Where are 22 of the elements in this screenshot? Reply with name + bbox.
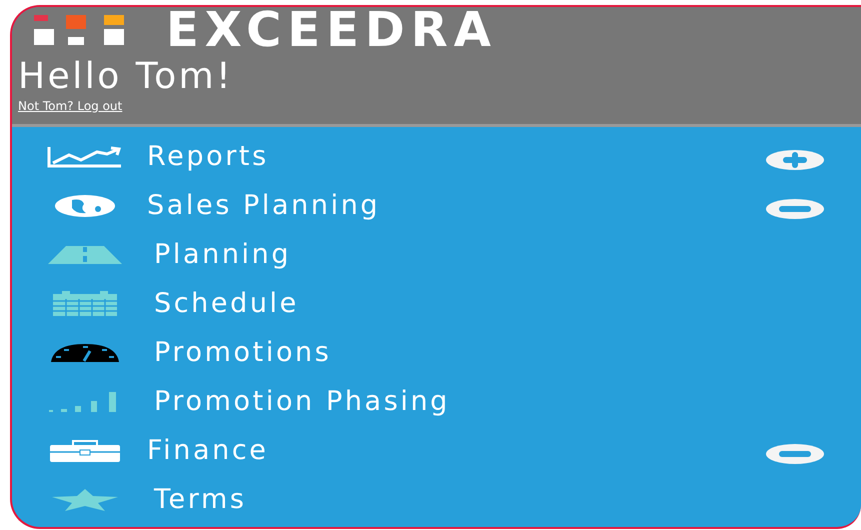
menu-item[interactable]: Finance: [147, 435, 268, 466]
menu-item[interactable]: Sales Planning: [147, 190, 380, 221]
collapse-icon[interactable]: [765, 442, 825, 464]
calendar-icon: [52, 290, 118, 316]
line-chart-icon: [46, 146, 122, 168]
menu-item[interactable]: Reports: [147, 141, 269, 172]
globe-icon: [54, 194, 116, 218]
gauge-icon: [50, 342, 120, 362]
submenu-item[interactable]: Promotions: [154, 337, 332, 368]
logout-link[interactable]: Not Tom? Log out: [18, 99, 122, 113]
submenu-item[interactable]: Promotion Phasing: [154, 386, 450, 417]
road-icon: [48, 246, 122, 264]
logo-icon: [32, 15, 126, 45]
star-icon: [52, 488, 118, 510]
submenu-item[interactable]: Terms: [154, 484, 247, 515]
brand-name: EXCEEDRA: [166, 7, 497, 53]
greeting: Hello Tom!: [18, 57, 234, 97]
submenu-item[interactable]: Schedule: [154, 288, 299, 319]
briefcase-icon: [48, 440, 120, 462]
submenu-item[interactable]: Planning: [154, 239, 292, 270]
collapse-icon[interactable]: [765, 198, 825, 220]
expand-icon[interactable]: [765, 148, 825, 170]
